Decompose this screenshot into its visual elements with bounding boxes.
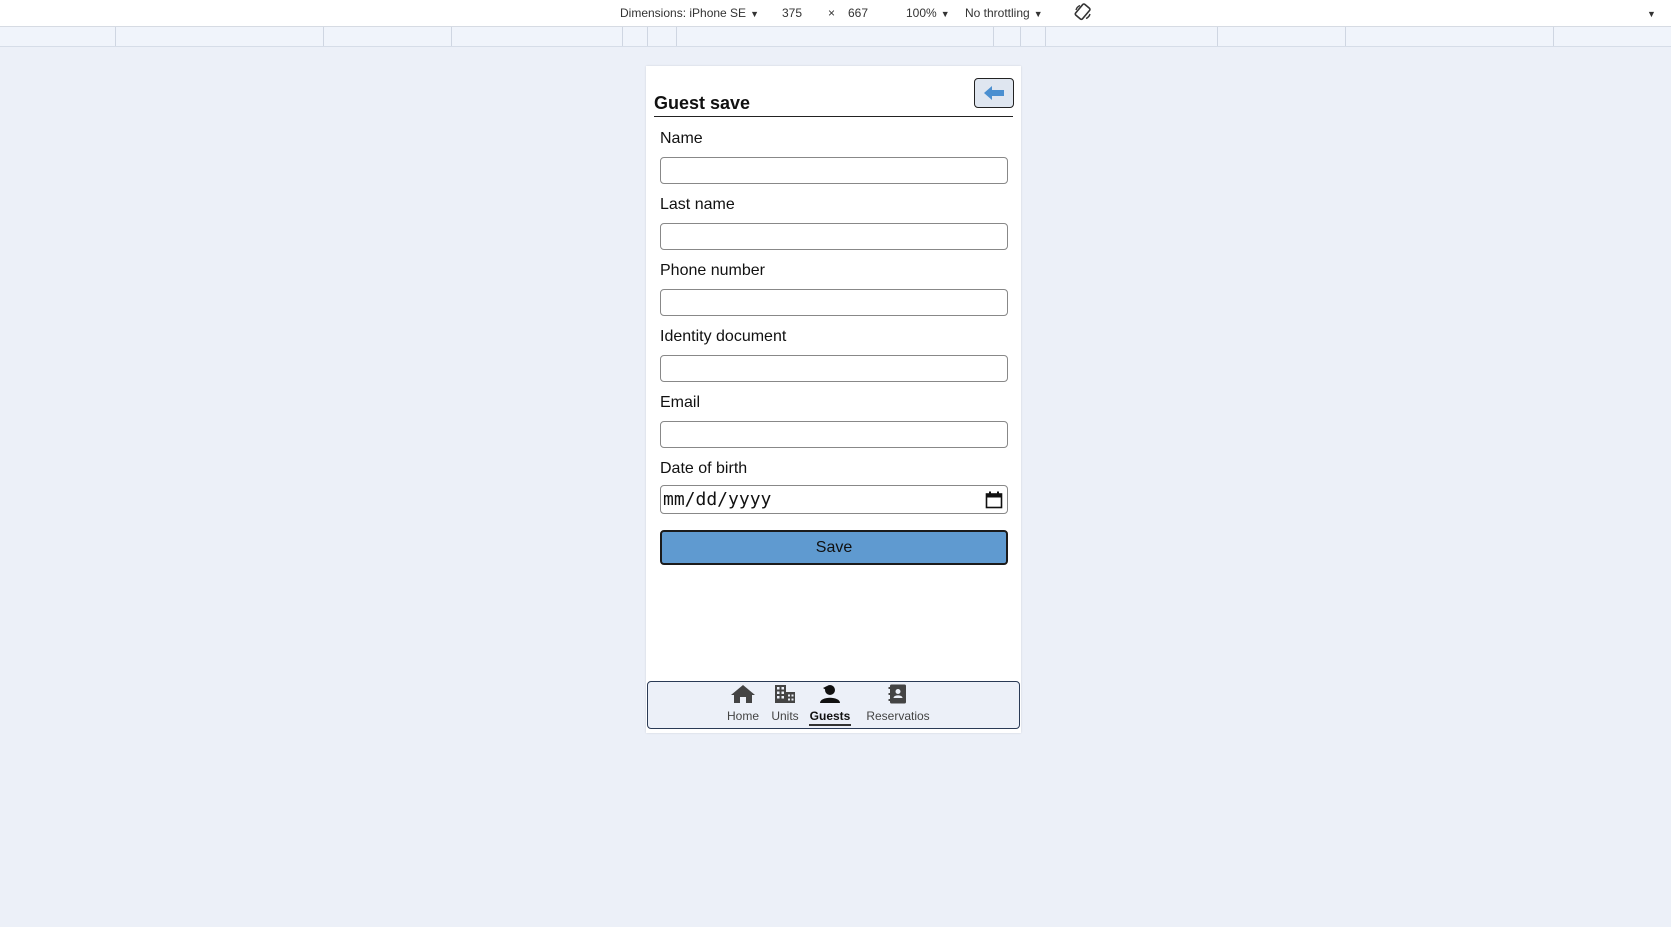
media-query-bar: [0, 27, 1671, 47]
dob-field-group: Date of birth mm/dd/yyyy: [660, 459, 1008, 514]
chevron-down-icon: ▼: [940, 9, 950, 19]
zoom-dropdown[interactable]: 100% ▼: [906, 6, 950, 20]
name-field-group: Name: [660, 129, 1008, 184]
phone-number-input[interactable]: [660, 289, 1008, 316]
throttling-dropdown[interactable]: No throttling ▼: [965, 6, 1043, 20]
last-name-field-group: Last name: [660, 195, 1008, 250]
chevron-down-icon: ▼: [750, 9, 759, 19]
nav-label-reservations: Reservatios: [866, 709, 930, 723]
bottom-navigation: Home Units Guests Reservatios: [647, 681, 1020, 729]
throttling-label: No throttling: [965, 6, 1030, 20]
nav-item-home[interactable]: Home: [723, 684, 763, 726]
save-button[interactable]: Save: [660, 530, 1008, 565]
arrow-left-icon: [984, 86, 1004, 100]
email-input[interactable]: [660, 421, 1008, 448]
device-viewport: Guest save Name Last name Phone number I…: [646, 66, 1021, 733]
rotate-device-icon[interactable]: [1074, 3, 1092, 24]
email-label: Email: [660, 394, 701, 411]
nav-label-units: Units: [771, 709, 799, 723]
date-of-birth-input[interactable]: mm/dd/yyyy: [660, 485, 1008, 514]
last-name-input[interactable]: [660, 223, 1008, 250]
nav-label-home: Home: [726, 709, 759, 723]
email-field-group: Email: [660, 393, 1008, 448]
chevron-down-icon: ▼: [1033, 9, 1043, 19]
device-dimensions-dropdown[interactable]: Dimensions: iPhone SE ▼: [620, 6, 759, 20]
nav-label-guests: Guests: [809, 709, 851, 726]
date-of-birth-label: Date of birth: [660, 460, 748, 477]
date-placeholder: mm/dd/yyyy: [663, 489, 772, 510]
page-header: Guest save: [654, 78, 1014, 117]
viewport-height-input[interactable]: 667: [848, 6, 868, 20]
home-icon: [731, 685, 755, 703]
zoom-label: 100%: [906, 6, 937, 20]
calendar-icon[interactable]: [985, 491, 1003, 514]
nav-item-units[interactable]: Units: [768, 684, 802, 726]
phone-field-group: Phone number: [660, 261, 1008, 316]
page-title: Guest save: [654, 93, 751, 113]
identity-field-group: Identity document: [660, 327, 1008, 382]
name-label: Name: [660, 130, 703, 147]
user-icon: [820, 685, 840, 703]
dimensions-times-sign: ×: [828, 6, 836, 20]
phone-number-label: Phone number: [660, 262, 765, 279]
name-input[interactable]: [660, 157, 1008, 184]
nav-item-reservations[interactable]: Reservatios: [865, 684, 931, 726]
identity-document-input[interactable]: [660, 355, 1008, 382]
building-icon: [775, 685, 795, 703]
nav-item-guests[interactable]: Guests: [809, 684, 851, 726]
viewport-width-input[interactable]: 375: [782, 6, 802, 20]
devtools-toolbar: Dimensions: iPhone SE ▼ 375 × 667 100% ▼ N…: [0, 0, 1671, 27]
last-name-label: Last name: [660, 196, 735, 213]
dimensions-label: Dimensions: iPhone SE: [620, 6, 747, 20]
back-button[interactable]: [974, 78, 1014, 108]
more-options-chevron-icon[interactable]: ▼: [1643, 6, 1656, 20]
identity-document-label: Identity document: [660, 328, 787, 345]
contact-book-icon: [888, 684, 906, 704]
